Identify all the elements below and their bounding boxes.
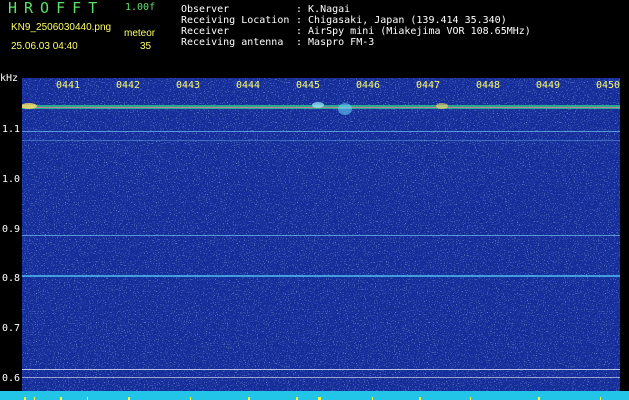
location-value: : Chigasaki, Japan (139.414 35.340) bbox=[296, 15, 507, 26]
observer-value: : K.Nagai bbox=[296, 4, 351, 15]
app-title: HROFFT bbox=[8, 0, 105, 17]
signal-level-bar bbox=[0, 391, 629, 400]
time-tick-label: 0442 bbox=[116, 80, 141, 91]
meteor-label: meteor bbox=[124, 28, 156, 39]
y-tick-label: 1.0 bbox=[2, 174, 21, 185]
meteor-count: 35 bbox=[140, 41, 152, 52]
meteor-echo bbox=[436, 103, 448, 109]
time-tick-label: 0445 bbox=[296, 80, 321, 91]
time-tick-label: 0449 bbox=[536, 80, 561, 91]
time-tick-label: 0441 bbox=[56, 80, 81, 91]
version-label: 1.00f bbox=[125, 2, 156, 13]
time-tick-label: 0448 bbox=[476, 80, 501, 91]
antenna-label: Receiving antenna bbox=[181, 37, 284, 48]
y-tick-label: 0.9 bbox=[2, 224, 21, 235]
time-tick-label: 0444 bbox=[236, 80, 261, 91]
time-tick-label: 0447 bbox=[416, 80, 441, 91]
time-tick-label: 0443 bbox=[176, 80, 201, 91]
location-label: Receiving Location bbox=[181, 15, 290, 26]
y-tick-label: 0.6 bbox=[2, 373, 21, 384]
observer-label: Observer bbox=[181, 4, 230, 15]
spectrogram bbox=[21, 78, 620, 391]
y-tick-label: 1.1 bbox=[2, 124, 21, 135]
spectrogram-svg bbox=[21, 78, 620, 391]
y-tick-label: 0.7 bbox=[2, 323, 21, 334]
y-tick-label: 0.8 bbox=[2, 273, 21, 284]
receiver-label: Receiver bbox=[181, 26, 230, 37]
meteor-echo bbox=[338, 103, 352, 115]
datetime: 25.06.03 04:40 bbox=[11, 41, 78, 52]
y-axis-unit: kHz bbox=[0, 73, 19, 84]
time-tick-label: 0446 bbox=[356, 80, 381, 91]
hrofft-screen: HROFFT 1.00f KN9_2506030440.png meteor 2… bbox=[0, 0, 629, 400]
receiver-value: : AirSpy mini (Miakejima VOR 108.65MHz) bbox=[296, 26, 531, 37]
file-name: KN9_2506030440.png bbox=[11, 22, 112, 33]
meteor-echo bbox=[312, 102, 324, 108]
antenna-value: : Maspro FM-3 bbox=[296, 37, 375, 48]
time-tick-label: 0450 bbox=[596, 80, 621, 91]
